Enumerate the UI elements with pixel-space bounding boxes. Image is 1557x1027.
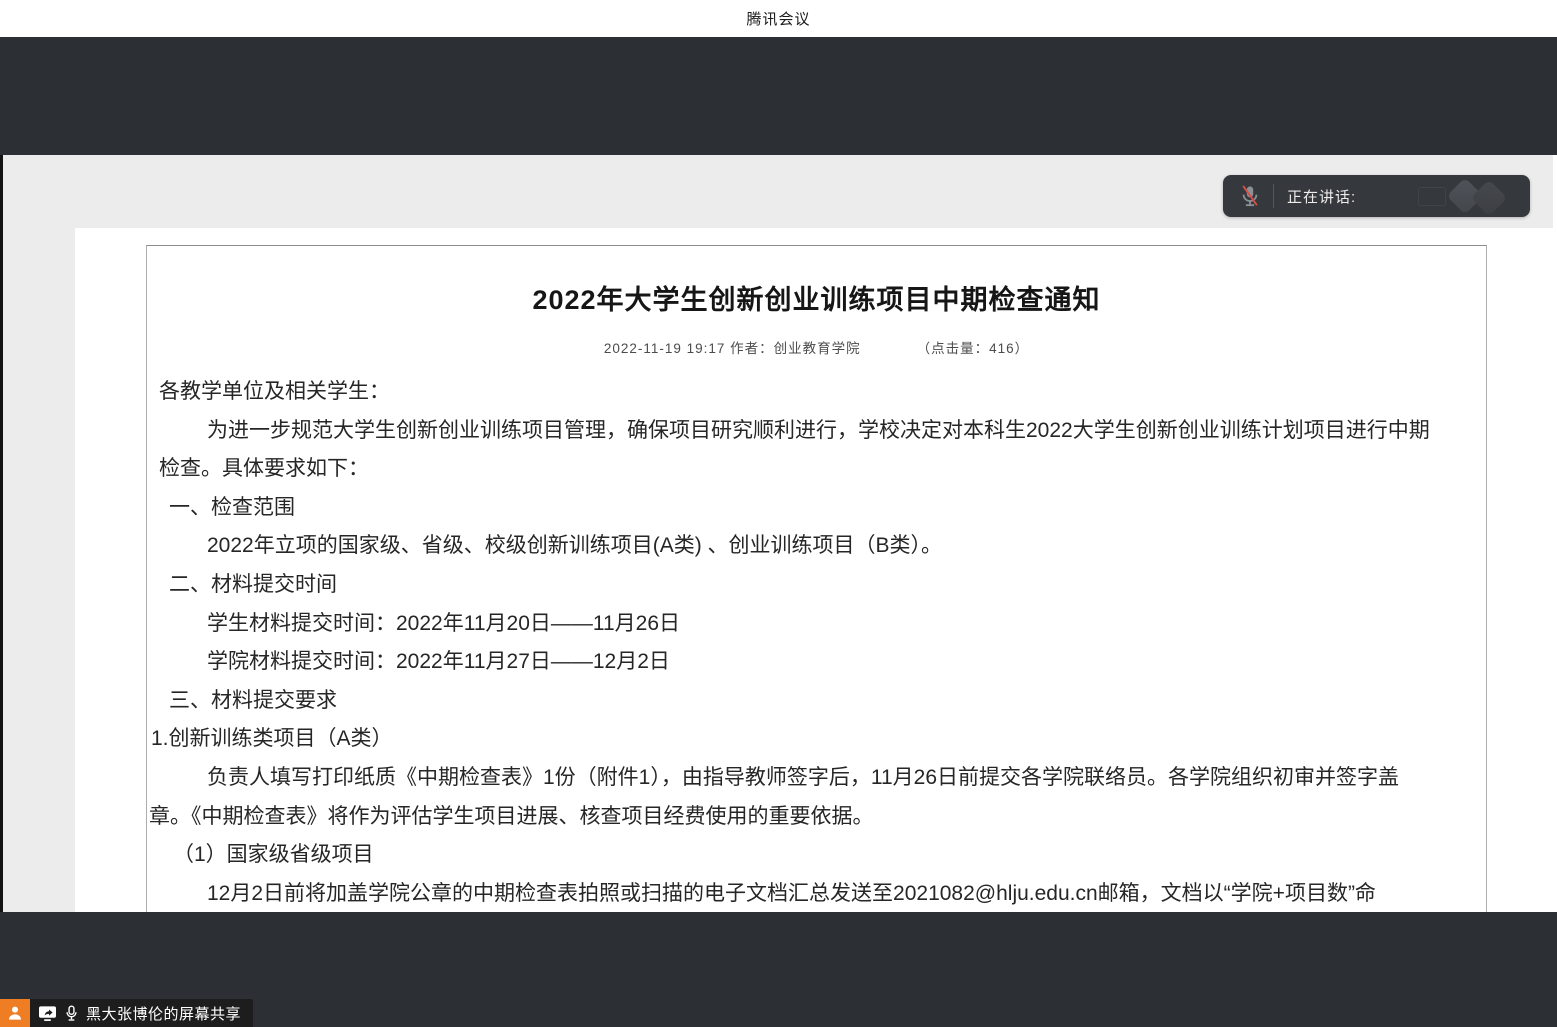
document-line: 负责人填写打印纸质《中期检查表》1份（附件1），由指导教师签字后，11月26日前… — [147, 759, 1486, 798]
document-body: 各教学单位及相关学生：为进一步规范大学生创新创业训练项目管理，确保项目研究顺利进… — [147, 373, 1486, 912]
document-line: （1）国家级省级项目 — [147, 836, 1486, 875]
microphone-icon — [65, 1005, 78, 1022]
document-line: 12月2日前将加盖学院公章的中期检查表拍照或扫描的电子文档汇总发送至202108… — [147, 875, 1486, 912]
document-page: 2022年大学生创新创业训练项目中期检查通知 2022-11-19 19:17 … — [146, 245, 1487, 912]
document-line: 学院材料提交时间：2022年11月27日——12月2日 — [147, 643, 1486, 682]
document-line: 二、材料提交时间 — [147, 566, 1486, 605]
document-meta: 2022-11-19 19:17 作者：创业教育学院 （点击量：416） — [147, 337, 1486, 357]
document-title: 2022年大学生创新创业训练项目中期检查通知 — [157, 278, 1476, 317]
screen-share-status-bar[interactable]: 黑大张博伦的屏幕共享 — [0, 999, 253, 1027]
speaking-indicator-panel: 正在讲话: — [1223, 175, 1530, 217]
panel-divider — [1273, 184, 1274, 208]
member-avatar-box — [0, 999, 30, 1027]
document-line: 1.创新训练类项目（A类） — [147, 720, 1486, 759]
watermark-mark — [1418, 187, 1446, 206]
document-meta-hits: （点击量：416） — [917, 341, 1030, 356]
person-icon — [5, 1003, 25, 1023]
document-line: 为进一步规范大学生创新创业训练项目管理，确保项目研究顺利进行，学校决定对本科生2… — [147, 412, 1486, 451]
speaking-label: 正在讲话: — [1287, 186, 1356, 207]
document-line: 一、检查范围 — [147, 489, 1486, 528]
document-line: 学生材料提交时间：2022年11月20日——11月26日 — [147, 605, 1486, 644]
document-line: 章。《中期检查表》将作为评估学生项目进展、核查项目经费使用的重要依据。 — [147, 798, 1486, 837]
document-line: 各教学单位及相关学生： — [147, 373, 1486, 412]
document-line: 三、材料提交要求 — [147, 682, 1486, 721]
share-status-text: 黑大张博伦的屏幕共享 — [86, 1003, 241, 1024]
document-meta-date-author: 2022-11-19 19:17 作者：创业教育学院 — [604, 341, 861, 356]
tencent-meeting-logo-icon — [1444, 181, 1516, 211]
document-line: 检查。具体要求如下： — [147, 450, 1486, 489]
shared-screen-area: 2022年大学生创新创业训练项目中期检查通知 2022-11-19 19:17 … — [0, 155, 1557, 912]
window-title: 腾讯会议 — [746, 8, 810, 29]
document-line: 2022年立项的国家级、省级、校级创新训练项目(A类) 、创业训练项目（B类）。 — [147, 527, 1486, 566]
window-title-bar: 腾讯会议 — [0, 0, 1557, 37]
webpage-background: 2022年大学生创新创业训练项目中期检查通知 2022-11-19 19:17 … — [75, 228, 1557, 912]
mic-muted-icon — [1239, 184, 1261, 208]
screen-share-icon — [38, 1005, 57, 1022]
meeting-top-bar — [0, 37, 1557, 155]
share-strip: 黑大张博伦的屏幕共享 — [30, 999, 253, 1027]
